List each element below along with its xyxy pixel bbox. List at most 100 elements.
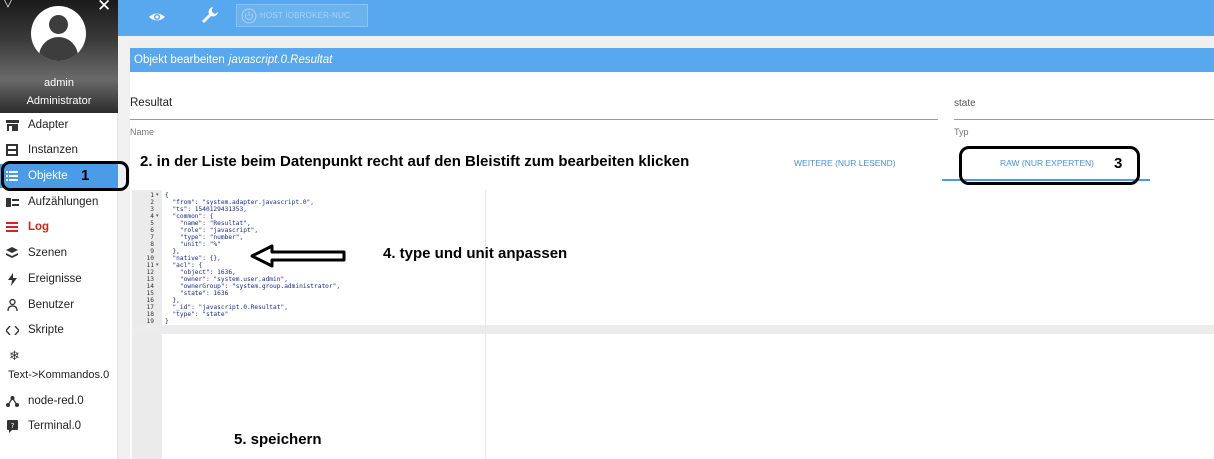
username: admin bbox=[44, 77, 74, 89]
avatar[interactable] bbox=[31, 6, 86, 61]
editor-line-number: 1 bbox=[150, 192, 154, 199]
type-label: Typ bbox=[954, 127, 969, 137]
annotation-raw-highlight bbox=[959, 146, 1140, 185]
sidebar-item-label: node-red.0 bbox=[28, 395, 84, 407]
close-icon[interactable]: ✕ bbox=[97, 0, 111, 16]
dialog-title-object: javascript.0.Resultat bbox=[228, 54, 333, 66]
editor-line-number: 10 bbox=[146, 255, 154, 262]
host-label: HOST IOBROKER-NUC bbox=[260, 11, 350, 20]
editor-code-line[interactable]: "native": {}, bbox=[165, 255, 220, 262]
sidebar-item-label: Aufzählungen bbox=[28, 196, 99, 208]
editor-code-line[interactable]: { bbox=[165, 192, 169, 199]
editor-code-line[interactable]: "ownerGroup": "system.group.administrato… bbox=[165, 283, 340, 290]
node-red-icon bbox=[0, 395, 24, 407]
annotation-objekte-highlight bbox=[1, 161, 129, 191]
sidebar-item-skripte[interactable]: Skripte bbox=[0, 318, 118, 342]
dialog-title-prefix: Objekt bearbeiten bbox=[134, 54, 225, 66]
sidebar-item-label: Text->Kommandos.0 bbox=[8, 369, 110, 381]
editor-line-number: 18 bbox=[146, 311, 154, 318]
user-profile-panel: ▽ ✕ admin Administrator bbox=[0, 0, 118, 113]
svg-text:?: ? bbox=[10, 422, 14, 430]
sidebar-item-adapter[interactable]: Adapter bbox=[0, 113, 118, 137]
sidebar-item-text-kommandos[interactable]: ❄ Text->Kommandos.0 bbox=[0, 347, 118, 383]
annotation-step5: 5. speichern bbox=[234, 431, 322, 448]
wrench-icon[interactable] bbox=[201, 6, 219, 24]
editor-line-number: 17 bbox=[146, 304, 154, 311]
top-toolbar: HOST IOBROKER-NUC bbox=[118, 0, 1214, 36]
power-icon bbox=[241, 8, 257, 24]
editor-code-line[interactable]: "_id": "javascript.0.Resultat", bbox=[165, 304, 288, 311]
editor-code-line[interactable]: "type": "number", bbox=[165, 234, 243, 241]
annotation-step3: 3 bbox=[1114, 155, 1123, 172]
eye-icon[interactable] bbox=[148, 8, 166, 26]
editor-code-line[interactable]: "acl": { bbox=[165, 262, 202, 269]
editor-line-number: 6 bbox=[150, 227, 154, 234]
annotation-step1: 1 bbox=[81, 167, 90, 184]
annotation-step4: 4. type und unit anpassen bbox=[383, 245, 568, 262]
editor-line-number: 3 bbox=[150, 206, 154, 213]
menu-caret-icon[interactable]: ▽ bbox=[3, 0, 13, 10]
editor-code-line[interactable]: "unit": "%" bbox=[165, 241, 221, 248]
editor-code-line[interactable]: "ts": 1540129431353, bbox=[165, 206, 247, 213]
name-label: Name bbox=[130, 127, 155, 137]
sidebar-item-node-red[interactable]: node-red.0 bbox=[0, 389, 118, 413]
sidebar-item-label: Benutzer bbox=[28, 299, 75, 311]
editor-active-line bbox=[132, 325, 1214, 334]
sidebar-item-label: Instanzen bbox=[28, 144, 78, 156]
tab-weitere[interactable]: WEITERE (NUR LESEND) bbox=[794, 158, 896, 168]
annotation-arrow bbox=[250, 244, 346, 268]
sidebar-item-label: Ereignisse bbox=[28, 273, 82, 285]
sidebar-item-ereignisse[interactable]: Ereignisse bbox=[0, 267, 118, 291]
fold-toggle-icon[interactable]: ▾ bbox=[156, 192, 159, 199]
bolt-icon bbox=[0, 272, 24, 286]
editor-line-number: 2 bbox=[150, 199, 154, 206]
sidebar: ▽ ✕ admin Administrator Adapter Instanze… bbox=[0, 0, 118, 459]
fold-toggle-icon[interactable]: ▾ bbox=[156, 262, 159, 269]
editor-line-number: 14 bbox=[146, 283, 154, 290]
editor-line-number: 15 bbox=[146, 290, 154, 297]
host-selector-button[interactable]: HOST IOBROKER-NUC bbox=[236, 4, 368, 27]
sidebar-item-terminal[interactable]: ? Terminal.0 bbox=[0, 414, 118, 438]
sidebar-item-label: Log bbox=[28, 221, 50, 233]
editor-code-line[interactable]: } bbox=[165, 318, 169, 325]
editor-code-line[interactable]: "common": { bbox=[165, 213, 213, 220]
editor-code-line[interactable]: "type": "state" bbox=[165, 311, 228, 318]
editor-line-number: 19 bbox=[146, 318, 154, 325]
editor-code-line[interactable]: }, bbox=[165, 248, 179, 255]
editor-line-number: 13 bbox=[146, 276, 154, 283]
editor-code-line[interactable]: "name": "Resultat", bbox=[165, 220, 251, 227]
editor-code-line[interactable]: "state": 1636 bbox=[165, 290, 228, 297]
sidebar-item-label: Skripte bbox=[28, 324, 64, 336]
editor-line-number: 12 bbox=[146, 269, 154, 276]
sidebar-item-aufzaehlungen[interactable]: Aufzählungen bbox=[0, 190, 118, 214]
editor-line-number: 8 bbox=[150, 241, 154, 248]
editor-code-line[interactable]: }, bbox=[165, 297, 179, 304]
sidebar-item-instanzen[interactable]: Instanzen bbox=[0, 138, 118, 162]
dialog-title: Objekt bearbeiten javascript.0.Resultat bbox=[130, 48, 1214, 72]
type-field[interactable]: state bbox=[954, 98, 976, 109]
editor-code-line[interactable]: "role": "javascript", bbox=[165, 227, 258, 234]
editor-line-number: 7 bbox=[150, 234, 154, 241]
adapter-icon bbox=[0, 119, 24, 131]
editor-line-number: 11 bbox=[146, 262, 154, 269]
editor-code-line[interactable]: "owner": "system.user.admin", bbox=[165, 276, 288, 283]
editor-code-line[interactable]: "from": "system.adapter.javascript.0", bbox=[165, 199, 314, 206]
enum-icon bbox=[0, 197, 24, 207]
terminal-icon: ? bbox=[0, 419, 24, 433]
sidebar-item-szenen[interactable]: Szenen bbox=[0, 241, 118, 265]
code-icon bbox=[0, 325, 24, 335]
sidebar-item-log[interactable]: Log bbox=[0, 215, 118, 239]
sidebar-item-label: Szenen bbox=[28, 247, 68, 259]
editor-code-line[interactable]: "object": 1636, bbox=[165, 269, 236, 276]
editor-line-number: 16 bbox=[146, 297, 154, 304]
sidebar-item-label: Terminal.0 bbox=[28, 420, 82, 432]
editor-line-number: 5 bbox=[150, 220, 154, 227]
type-field-underline bbox=[954, 119, 1214, 120]
fold-toggle-icon[interactable]: ▾ bbox=[156, 213, 159, 220]
editor-line-number: 4 bbox=[150, 213, 154, 220]
sidebar-item-benutzer[interactable]: Benutzer bbox=[0, 293, 118, 317]
sidebar-item-label: Adapter bbox=[28, 119, 69, 131]
editor-line-number: 9 bbox=[150, 248, 154, 255]
name-field[interactable]: Resultat bbox=[130, 97, 172, 109]
instances-icon bbox=[0, 144, 24, 156]
